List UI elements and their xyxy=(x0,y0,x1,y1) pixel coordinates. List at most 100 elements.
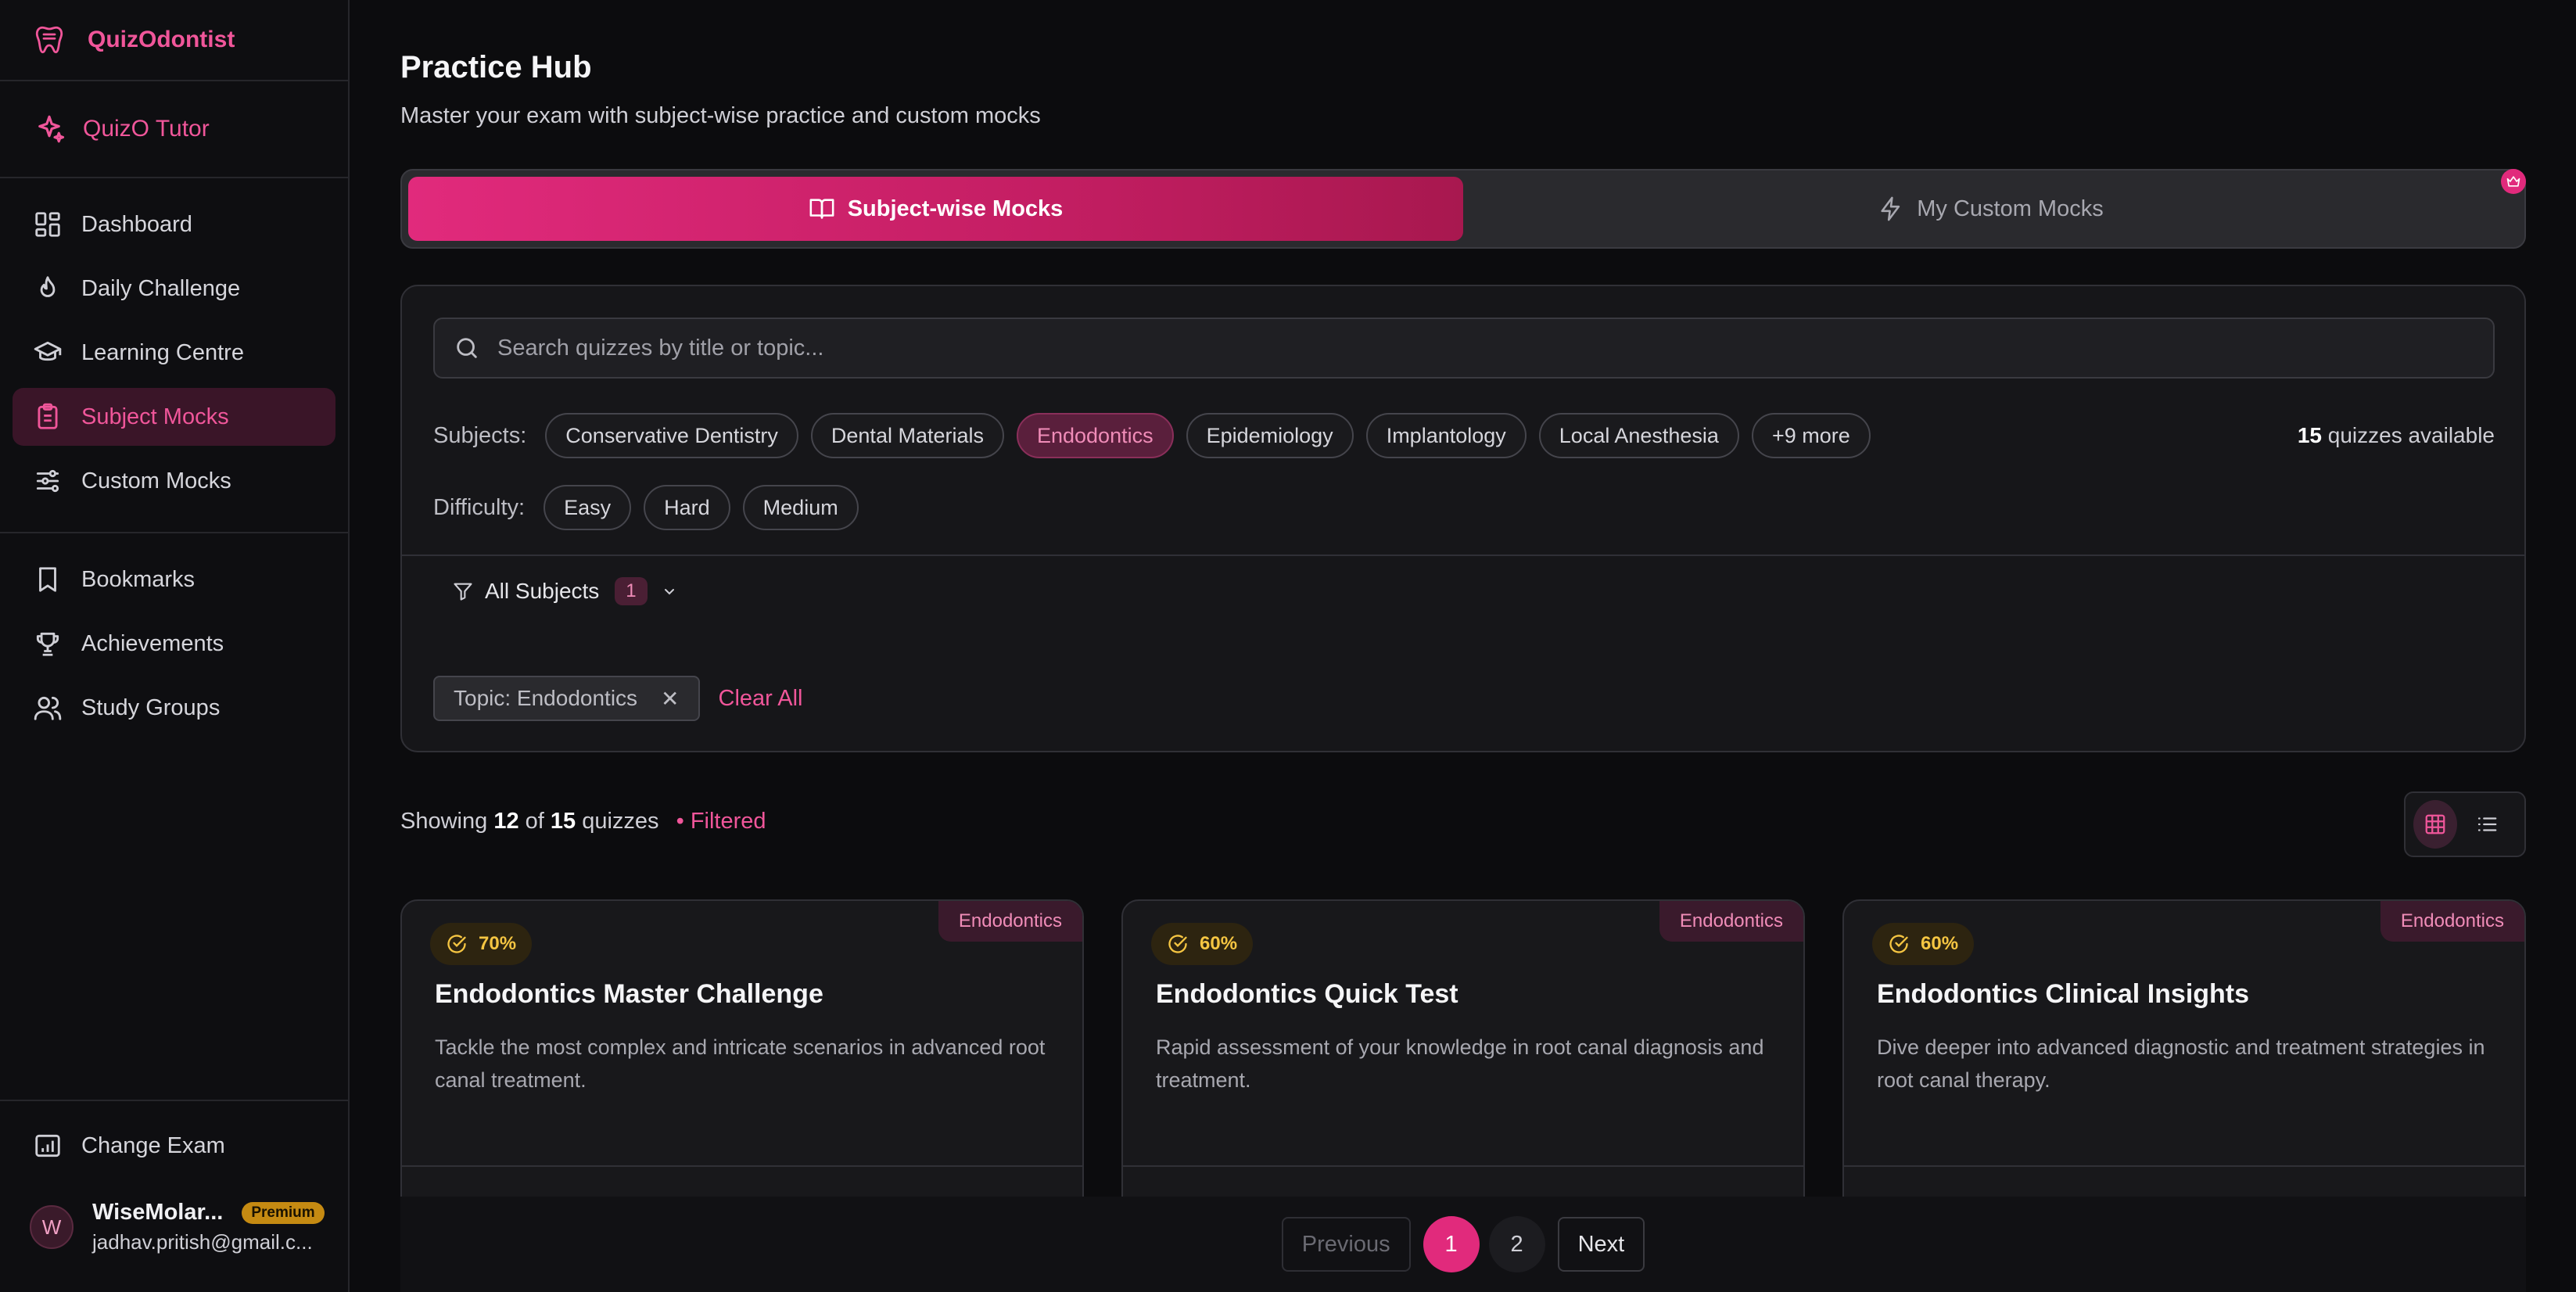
brand[interactable]: QuizOdontist xyxy=(0,0,348,81)
sidebar-item-daily-challenge[interactable]: Daily Challenge xyxy=(13,260,335,318)
page-subtitle: Master your exam with subject-wise pract… xyxy=(400,103,1041,128)
sidebar-item-label: Learning Centre xyxy=(81,339,244,365)
difficulty-chip-medium[interactable]: Medium xyxy=(742,485,859,530)
clipboard-icon xyxy=(33,402,63,432)
card-subject-tag: Endodontics xyxy=(2380,901,2524,942)
view-toggle xyxy=(2404,791,2526,857)
subject-chip-dental-materials[interactable]: Dental Materials xyxy=(810,413,1004,458)
quiz-card[interactable]: Endodontics 60% Endodontics Quick Test R… xyxy=(1121,899,1805,1244)
card-title: Endodontics Clinical Insights xyxy=(1877,979,2250,1009)
card-divider xyxy=(1844,1165,2524,1167)
card-pct-value: 60% xyxy=(1921,933,1959,954)
quiz-card[interactable]: Endodontics 60% Endodontics Clinical Ins… xyxy=(1842,899,2526,1244)
sidebar-item-learning-centre[interactable]: Learning Centre xyxy=(13,324,335,382)
subject-chip-epidemiology[interactable]: Epidemiology xyxy=(1186,413,1354,458)
subject-chip-local-anesthesia[interactable]: Local Anesthesia xyxy=(1538,413,1739,458)
filter-icon xyxy=(452,580,474,602)
available-text: quizzes available xyxy=(2327,423,2495,447)
quizzes-available: 15 quizzes available xyxy=(2298,423,2495,448)
sidebar-item-custom-mocks[interactable]: Custom Mocks xyxy=(13,452,335,510)
check-circle-icon xyxy=(1888,933,1910,955)
mock-type-tabs: Subject-wise Mocks My Custom Mocks xyxy=(400,169,2526,249)
difficulty-chip-hard[interactable]: Hard xyxy=(644,485,730,530)
tab-subject-wise-mocks[interactable]: Subject-wise Mocks xyxy=(408,177,1463,241)
sidebar-item-dashboard[interactable]: Dashboard xyxy=(13,196,335,253)
sidebar-item-label: Bookmarks xyxy=(81,566,196,592)
chevron-down-icon xyxy=(660,582,679,601)
sidebar: QuizOdontist QuizO Tutor Dashboard Daily… xyxy=(0,0,350,1292)
sidebar-item-study-groups[interactable]: Study Groups xyxy=(13,679,335,737)
tutor-label: QuizO Tutor xyxy=(83,116,210,142)
subject-chip-endodontics[interactable]: Endodontics xyxy=(1016,413,1174,458)
search-icon xyxy=(454,335,480,361)
secondary-nav: Bookmarks Achievements Study Groups xyxy=(0,533,348,737)
subject-chip-conservative-dentistry[interactable]: Conservative Dentistry xyxy=(545,413,798,458)
difficulty-label: Difficulty: xyxy=(433,494,526,520)
tab-label: Subject-wise Mocks xyxy=(847,196,1064,221)
active-filter-label: Topic: Endodontics xyxy=(454,686,638,710)
premium-badge: Premium xyxy=(242,1201,325,1224)
showing-prefix: Showing xyxy=(400,809,488,834)
sidebar-item-achievements[interactable]: Achievements xyxy=(13,615,335,673)
card-pass-percentage: 70% xyxy=(430,923,533,965)
sidebar-item-bookmarks[interactable]: Bookmarks xyxy=(13,551,335,608)
card-description: Rapid assessment of your knowledge in ro… xyxy=(1156,1035,1764,1092)
tab-label: My Custom Mocks xyxy=(1917,196,2104,221)
sliders-icon xyxy=(33,466,63,496)
card-subject-tag: Endodontics xyxy=(1659,901,1803,942)
avatar: W xyxy=(30,1205,74,1249)
page-2-button[interactable]: 2 xyxy=(1488,1216,1545,1272)
page-1-button[interactable]: 1 xyxy=(1423,1216,1480,1272)
sidebar-item-label: Subject Mocks xyxy=(81,404,229,429)
sidebar-item-label: Achievements xyxy=(81,630,224,656)
active-filters: Topic: Endodontics ✕ Clear All xyxy=(433,676,803,721)
divider xyxy=(402,554,2524,556)
quiz-card[interactable]: Endodontics 70% Endodontics Master Chall… xyxy=(400,899,1084,1244)
card-divider xyxy=(402,1165,1082,1167)
check-circle-icon xyxy=(1167,933,1189,955)
card-subject-tag: Endodontics xyxy=(938,901,1082,942)
next-page-button[interactable]: Next xyxy=(1557,1217,1645,1272)
sidebar-footer: Change Exam W WiseMolar... Premium jadha… xyxy=(0,1100,350,1292)
trophy-icon xyxy=(33,629,63,659)
card-title: Endodontics Quick Test xyxy=(1156,979,1458,1009)
crown-icon xyxy=(2501,169,2526,194)
filter-count-badge: 1 xyxy=(615,577,648,605)
quizo-tutor-link[interactable]: QuizO Tutor xyxy=(0,81,348,178)
card-divider xyxy=(1123,1165,1803,1167)
all-subjects-dropdown[interactable]: All Subjects 1 xyxy=(452,577,679,605)
brand-name: QuizOdontist xyxy=(88,27,235,52)
subject-chip-implantology[interactable]: Implantology xyxy=(1365,413,1527,458)
filter-panel: Subjects: Conservative Dentistry Dental … xyxy=(400,285,2526,752)
grid-icon xyxy=(2425,814,2445,834)
user-profile[interactable]: W WiseMolar... Premium jadhav.pritish@gm… xyxy=(13,1200,337,1254)
page-title: Practice Hub xyxy=(400,50,592,84)
difficulty-chip-easy[interactable]: Easy xyxy=(544,485,632,530)
subjects-label: Subjects: xyxy=(433,422,527,448)
sidebar-item-label: Custom Mocks xyxy=(81,468,231,493)
card-pass-percentage: 60% xyxy=(1151,923,1254,965)
sidebar-item-label: Daily Challenge xyxy=(81,275,241,301)
tab-my-custom-mocks[interactable]: My Custom Mocks xyxy=(1463,177,2518,241)
list-view-button[interactable] xyxy=(2465,800,2509,849)
sidebar-item-label: Dashboard xyxy=(81,211,192,237)
grid-view-button[interactable] xyxy=(2413,800,2457,849)
showing-of: of xyxy=(525,809,544,834)
change-exam-button[interactable]: Change Exam xyxy=(13,1114,337,1178)
shown-count: 12 xyxy=(493,809,519,834)
subject-chip-more[interactable]: +9 more xyxy=(1751,413,1871,458)
main-nav: Dashboard Daily Challenge Learning Centr… xyxy=(0,178,348,533)
bookmark-icon xyxy=(33,565,63,594)
clear-all-link[interactable]: Clear All xyxy=(719,686,803,712)
pagination: Previous 1 2 Next xyxy=(400,1197,2526,1292)
active-filter-tag: Topic: Endodontics ✕ xyxy=(433,676,700,721)
sidebar-item-subject-mocks[interactable]: Subject Mocks xyxy=(13,388,335,446)
close-icon[interactable]: ✕ xyxy=(661,686,679,712)
showing-suffix: quizzes xyxy=(582,809,659,834)
previous-page-button[interactable]: Previous xyxy=(1281,1217,1411,1272)
book-open-icon xyxy=(809,196,835,222)
card-pct-value: 60% xyxy=(1200,933,1238,954)
user-name: WiseMolar... xyxy=(92,1200,224,1225)
lightning-icon xyxy=(1878,196,1904,222)
search-input[interactable] xyxy=(497,335,2374,361)
